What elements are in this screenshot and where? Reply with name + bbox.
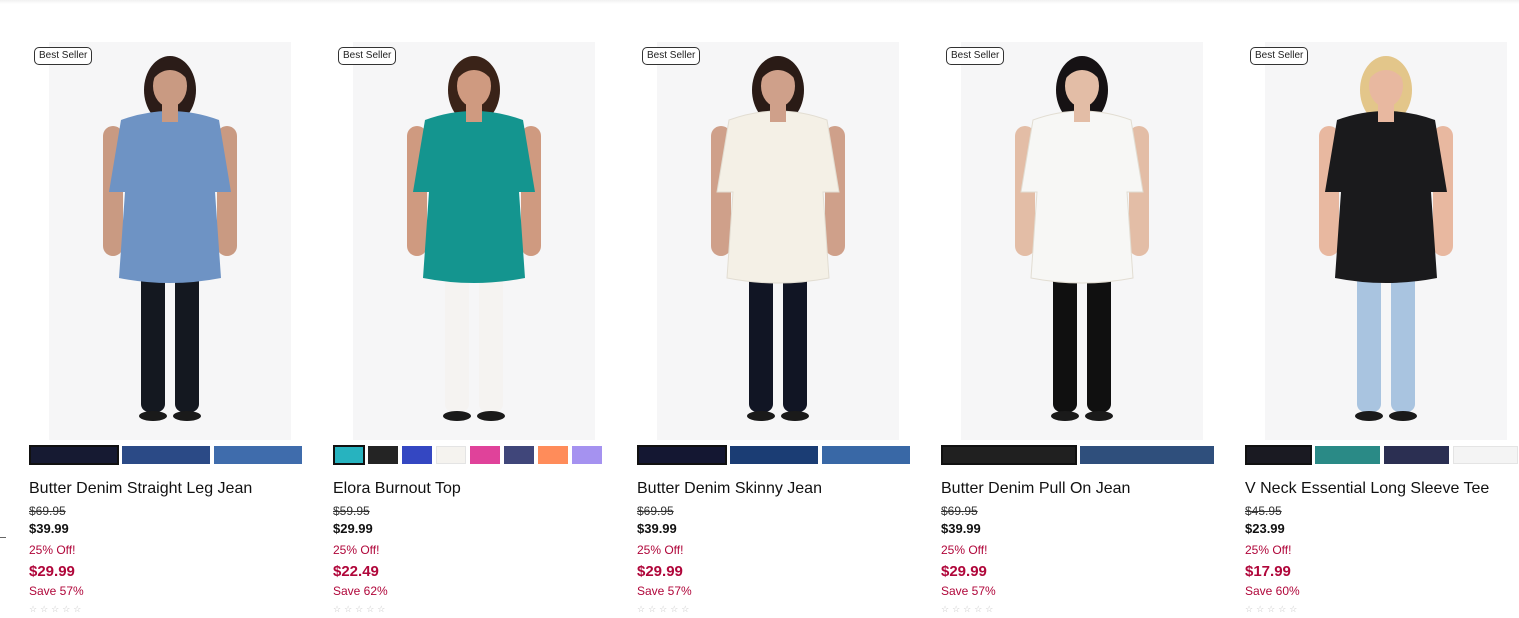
product-photo[interactable] — [1265, 42, 1507, 440]
rating-stars: ☆☆☆☆☆ — [333, 604, 389, 614]
product-photo[interactable] — [657, 42, 899, 440]
color-swatch[interactable] — [469, 445, 501, 465]
save-percent: Save 62% — [333, 584, 388, 598]
color-swatch[interactable] — [1079, 445, 1215, 465]
product-image-link[interactable]: Best Seller — [637, 42, 911, 440]
model-illustration — [657, 42, 899, 440]
top-shadow — [0, 0, 1519, 4]
save-percent: Save 57% — [941, 584, 996, 598]
model-illustration — [1265, 42, 1507, 440]
original-price: $45.95 — [1245, 504, 1282, 518]
color-swatch[interactable] — [537, 445, 569, 465]
rating-stars: ☆☆☆☆☆ — [29, 604, 85, 614]
color-swatch[interactable] — [29, 445, 119, 465]
color-swatch[interactable] — [333, 445, 365, 465]
model-illustration — [961, 42, 1203, 440]
color-swatch[interactable] — [1452, 445, 1519, 465]
product-card[interactable]: Best Seller Butter Denim Pull On Jean $6… — [941, 42, 1215, 614]
best-seller-badge: Best Seller — [946, 47, 1005, 65]
color-swatches — [637, 445, 911, 467]
original-price: $69.95 — [637, 504, 674, 518]
model-illustration — [49, 42, 291, 440]
original-price: $59.95 — [333, 504, 370, 518]
color-swatch[interactable] — [729, 445, 819, 465]
sale-price: $22.49 — [333, 563, 379, 580]
current-price: $23.99 — [1245, 521, 1285, 536]
color-swatch[interactable] — [121, 445, 211, 465]
sale-price: $29.99 — [29, 563, 75, 580]
current-price: $39.99 — [941, 521, 981, 536]
color-swatches — [1245, 445, 1519, 467]
product-name[interactable]: Elora Burnout Top — [333, 479, 607, 499]
color-swatches — [29, 445, 303, 467]
product-photo[interactable] — [353, 42, 595, 440]
discount-note: 25% Off! — [637, 543, 684, 557]
current-price: $39.99 — [637, 521, 677, 536]
current-price: $29.99 — [333, 521, 373, 536]
product-card[interactable]: Best Seller Elora Burnout Top $59.95 $29… — [333, 42, 607, 614]
best-seller-badge: Best Seller — [642, 47, 701, 65]
discount-note: 25% Off! — [333, 543, 380, 557]
best-seller-badge: Best Seller — [1250, 47, 1309, 65]
color-swatch[interactable] — [213, 445, 303, 465]
color-swatch[interactable] — [367, 445, 399, 465]
color-swatch[interactable] — [1383, 445, 1450, 465]
model-illustration — [353, 42, 595, 440]
product-name[interactable]: V Neck Essential Long Sleeve Tee — [1245, 479, 1519, 499]
product-photo[interactable] — [961, 42, 1203, 440]
product-image-link[interactable]: Best Seller — [29, 42, 303, 440]
discount-note: 25% Off! — [941, 543, 988, 557]
color-swatches — [333, 445, 607, 467]
product-name[interactable]: Butter Denim Straight Leg Jean — [29, 479, 303, 499]
rating-stars: ☆☆☆☆☆ — [637, 604, 693, 614]
color-swatch[interactable] — [571, 445, 603, 465]
color-swatches — [941, 445, 1215, 467]
color-swatch[interactable] — [1314, 445, 1381, 465]
rating-stars: ☆☆☆☆☆ — [941, 604, 997, 614]
product-card[interactable]: Best Seller Butter Denim Skinny Jean $69… — [637, 42, 911, 614]
current-price: $39.99 — [29, 521, 69, 536]
color-swatch[interactable] — [503, 445, 535, 465]
product-card[interactable]: Best Seller V Neck Essential Long Sleeve… — [1245, 42, 1519, 614]
color-swatch[interactable] — [401, 445, 433, 465]
color-swatch[interactable] — [1245, 445, 1312, 465]
product-name[interactable]: Butter Denim Pull On Jean — [941, 479, 1215, 499]
product-image-link[interactable]: Best Seller — [941, 42, 1215, 440]
discount-note: 25% Off! — [1245, 543, 1292, 557]
product-card[interactable]: Best Seller Butter Denim Straight Leg Je… — [29, 42, 303, 614]
save-percent: Save 60% — [1245, 584, 1300, 598]
product-grid: Best Seller Butter Denim Straight Leg Je… — [29, 42, 1519, 614]
color-swatch[interactable] — [435, 445, 467, 465]
sale-price: $29.99 — [637, 563, 683, 580]
sale-price: $17.99 — [1245, 563, 1291, 580]
color-swatch[interactable] — [821, 445, 911, 465]
product-name[interactable]: Butter Denim Skinny Jean — [637, 479, 911, 499]
original-price: $69.95 — [941, 504, 978, 518]
best-seller-badge: Best Seller — [338, 47, 397, 65]
rating-stars: ☆☆☆☆☆ — [1245, 604, 1301, 614]
save-percent: Save 57% — [637, 584, 692, 598]
sale-price: $29.99 — [941, 563, 987, 580]
color-swatch[interactable] — [941, 445, 1077, 465]
side-marker — [0, 537, 6, 538]
product-image-link[interactable]: Best Seller — [1245, 42, 1519, 440]
product-photo[interactable] — [49, 42, 291, 440]
discount-note: 25% Off! — [29, 543, 76, 557]
save-percent: Save 57% — [29, 584, 84, 598]
product-image-link[interactable]: Best Seller — [333, 42, 607, 440]
best-seller-badge: Best Seller — [34, 47, 93, 65]
color-swatch[interactable] — [637, 445, 727, 465]
original-price: $69.95 — [29, 504, 66, 518]
